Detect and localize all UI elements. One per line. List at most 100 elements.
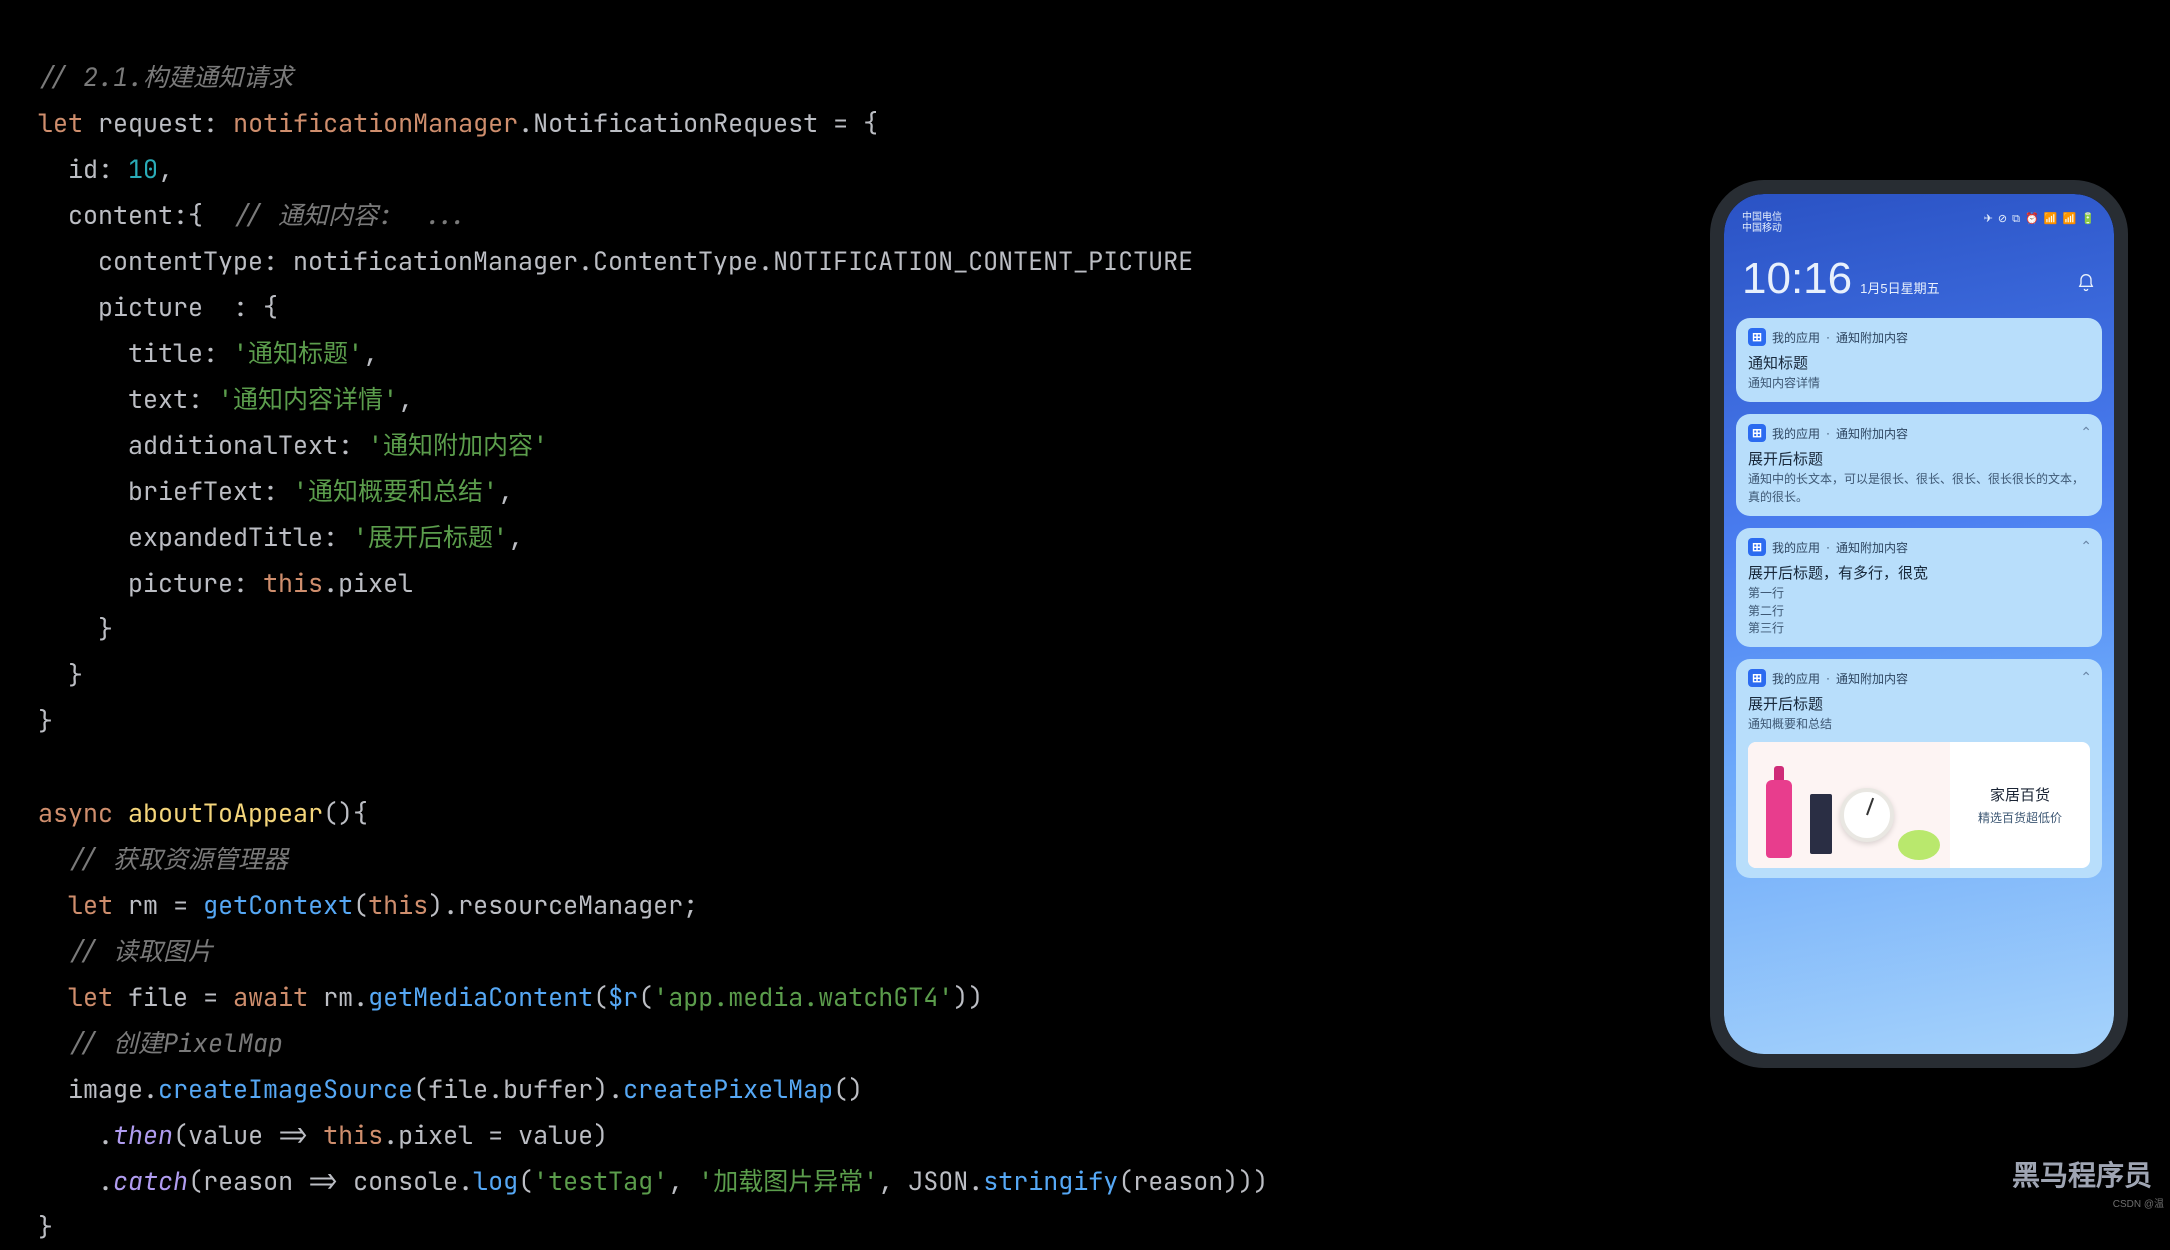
prop: picture — [98, 290, 203, 324]
punct: = { — [818, 106, 878, 140]
notif-title: 展开后标题，有多行，很宽 — [1748, 562, 2090, 583]
func: $r — [608, 980, 638, 1014]
notification-card-picture[interactable]: ⌃ ⊞ 我的应用 · 通知附加内容 展开后标题 通知概要和总结 家居百货 精选百… — [1736, 659, 2102, 877]
bottle-icon — [1766, 780, 1792, 858]
member: .pixel — [383, 1118, 473, 1152]
identifier: JSON — [908, 1164, 968, 1198]
code-editor: // 2.1.构建通知请求 let request: notificationM… — [38, 8, 1268, 1250]
string: '通知附加内容' — [368, 428, 548, 462]
bell-icon[interactable] — [2076, 271, 2096, 291]
func: createPixelMap — [623, 1072, 833, 1106]
member: .pixel — [323, 566, 413, 600]
member: .buffer — [488, 1072, 593, 1106]
number: 10 — [128, 152, 158, 186]
keyword-await: await — [233, 980, 308, 1014]
type-ref: .NotificationRequest — [518, 106, 818, 140]
prop: content — [68, 198, 173, 232]
notif-extra: 通知附加内容 — [1836, 425, 1908, 442]
identifier: value — [518, 1118, 593, 1152]
notif-extra: 通知附加内容 — [1836, 670, 1908, 687]
comment: // 获取资源管理器 — [68, 842, 288, 876]
keyword-async: async — [38, 796, 113, 830]
app-icon: ⊞ — [1748, 424, 1766, 442]
notification-card[interactable]: ⊞ 我的应用 · 通知附加内容 通知标题 通知内容详情 — [1736, 318, 2102, 402]
func: createImageSource — [158, 1072, 413, 1106]
box-icon — [1810, 794, 1832, 854]
method: then — [113, 1118, 173, 1152]
notification-card[interactable]: ⌃ ⊞ 我的应用 · 通知附加内容 展开后标题，有多行，很宽 第一行 第二行 第… — [1736, 528, 2102, 647]
promo-subtitle: 精选百货超低价 — [1978, 809, 2062, 826]
comment: // 2.1.构建通知请求 — [38, 60, 293, 94]
app-icon: ⊞ — [1748, 538, 1766, 556]
app-name: 我的应用 — [1772, 670, 1820, 687]
promo-title: 家居百货 — [1990, 784, 2050, 805]
identifier: request — [98, 106, 203, 140]
date: 1月5日星期五 — [1860, 278, 1939, 297]
notif-title: 展开后标题 — [1748, 448, 2090, 469]
status-bar: 中国电信 中国移动 ✈ ⊘ ⧉ ⏰ 📶 📶 🔋 — [1736, 208, 2102, 234]
string: '展开后标题' — [353, 520, 508, 554]
product-image — [1748, 742, 1950, 868]
app-icon: ⊞ — [1748, 328, 1766, 346]
app-name: 我的应用 — [1772, 539, 1820, 556]
member: .resourceManager; — [443, 888, 698, 922]
keyword-this: this — [368, 888, 428, 922]
notif-picture: 家居百货 精选百货超低价 — [1748, 742, 2090, 868]
notif-title: 通知标题 — [1748, 352, 2090, 373]
notif-extra: 通知附加内容 — [1836, 329, 1908, 346]
func: getContext — [203, 888, 353, 922]
keyword-let: let — [38, 106, 83, 140]
clock-row: 10:16 1月5日星期五 — [1736, 234, 2102, 318]
string: '加载图片异常' — [698, 1164, 878, 1198]
app-name: 我的应用 — [1772, 425, 1820, 442]
method-name: aboutToAppear — [128, 796, 323, 830]
identifier: image — [68, 1072, 143, 1106]
method: catch — [113, 1164, 188, 1198]
notif-body: 第一行 第二行 第三行 — [1748, 585, 2090, 637]
identifier: file — [128, 980, 188, 1014]
prop: expandedTitle — [128, 520, 323, 554]
notif-body: 通知中的长文本，可以是很长、很长、很长、很长很长的文本，真的很长。 — [1748, 471, 2090, 506]
prop: picture — [128, 566, 233, 600]
carrier-label: 中国电信 中国移动 — [1742, 212, 1782, 234]
func: stringify — [983, 1164, 1118, 1198]
notif-body: 通知内容详情 — [1748, 375, 2090, 392]
comment: // 读取图片 — [68, 934, 213, 968]
prop: briefText — [128, 474, 263, 508]
identifier: reason — [1133, 1164, 1223, 1198]
notif-extra: 通知附加内容 — [1836, 539, 1908, 556]
string: '通知标题' — [233, 336, 363, 370]
chevron-up-icon[interactable]: ⌃ — [2080, 538, 2092, 555]
app-name: 我的应用 — [1772, 329, 1820, 346]
keyword-this: this — [263, 566, 323, 600]
param: value — [188, 1118, 263, 1152]
string: 'app.media.watchGT4' — [653, 980, 953, 1014]
keyword-let: let — [68, 980, 113, 1014]
keyword-this: this — [323, 1118, 383, 1152]
func: log — [473, 1164, 518, 1198]
chevron-up-icon[interactable]: ⌃ — [2080, 424, 2092, 441]
comment: // 通知内容: ... — [233, 198, 468, 232]
clock: 10:16 — [1742, 254, 1852, 304]
param: reason — [203, 1164, 293, 1198]
prop: additionalText — [128, 428, 338, 462]
prop: contentType — [98, 244, 263, 278]
keyword-let: let — [68, 888, 113, 922]
func: getMediaContent — [368, 980, 593, 1014]
string: 'testTag' — [533, 1164, 668, 1198]
identifier: rm — [323, 980, 353, 1014]
identifier: file — [428, 1072, 488, 1106]
prop: id — [68, 152, 98, 186]
status-icons: ✈ ⊘ ⧉ ⏰ 📶 📶 🔋 — [1984, 212, 2096, 226]
notification-card[interactable]: ⌃ ⊞ 我的应用 · 通知附加内容 展开后标题 通知中的长文本，可以是很长、很长… — [1736, 414, 2102, 516]
watermark-small: CSDN @温 — [2113, 1195, 2164, 1210]
string: '通知概要和总结' — [293, 474, 498, 508]
enum-ns: notificationManager.ContentType. — [293, 244, 773, 278]
type-ref: notificationManager — [233, 106, 518, 140]
comment: // 创建PixelMap — [68, 1026, 283, 1060]
identifier: console — [353, 1164, 458, 1198]
watch-icon — [1840, 788, 1894, 842]
watermark: 黑马程序员 — [2012, 1154, 2152, 1194]
prop: title — [128, 336, 203, 370]
chevron-up-icon[interactable]: ⌃ — [2080, 669, 2092, 686]
